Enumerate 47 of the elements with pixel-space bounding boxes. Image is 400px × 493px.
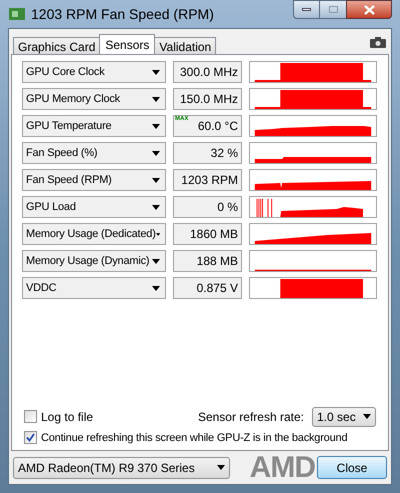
caret-icon xyxy=(152,150,160,156)
sensor-value-box: 0 % xyxy=(173,196,242,218)
sensor-dropdown[interactable]: GPU Temperature xyxy=(22,115,166,137)
minimize-button[interactable] xyxy=(293,0,320,19)
gpu-dropdown[interactable]: AMD Radeon(TM) R9 370 Series xyxy=(13,456,230,478)
sensor-value-box: 1203 RPM xyxy=(173,169,242,191)
sensor-dropdown[interactable]: GPU Load xyxy=(22,196,166,218)
tab[interactable]: Graphics Card xyxy=(13,37,100,54)
sensor-dropdown[interactable]: Memory Usage (Dedicated) xyxy=(22,223,166,245)
logo: AMD xyxy=(250,452,315,482)
close-dialog-button[interactable]: Close xyxy=(317,456,387,479)
caret-icon xyxy=(152,124,160,128)
caret-icon xyxy=(152,96,160,102)
checkbox[interactable] xyxy=(24,410,37,423)
checkbox-label: Continue refreshing this screen while GPU-Z is in the background xyxy=(41,430,348,446)
caret-icon xyxy=(152,204,160,210)
checkbox[interactable] xyxy=(24,431,37,444)
camera-icon[interactable] xyxy=(370,37,386,48)
refresh-rate-label: Sensor refresh rate: xyxy=(198,408,304,426)
caret-icon xyxy=(152,70,160,74)
app-icon xyxy=(9,7,25,21)
tab[interactable]: Sensors xyxy=(99,34,156,54)
sensor-dropdown[interactable]: VDDC xyxy=(22,277,166,299)
sensor-value-box: 1860 MB xyxy=(173,223,242,245)
caret-icon xyxy=(217,465,225,470)
sensor-dropdown[interactable]: Fan Speed (RPM) xyxy=(22,169,166,191)
sensor-dropdown[interactable]: GPU Memory Clock xyxy=(22,88,166,110)
maximize-button[interactable] xyxy=(320,0,346,19)
window-title: 1203 RPM Fan Speed (RPM) xyxy=(31,4,214,24)
sensor-dropdown[interactable]: Memory Usage (Dynamic) xyxy=(22,250,166,272)
sensor-value-box: 0.875 V xyxy=(173,277,242,299)
close-button[interactable] xyxy=(346,0,392,19)
checkbox-label: Log to file xyxy=(41,408,94,426)
tab[interactable]: Validation xyxy=(154,37,216,54)
caret-icon xyxy=(156,232,160,236)
caret-icon xyxy=(152,258,160,264)
caret-icon xyxy=(363,414,371,419)
sensor-dropdown[interactable]: Fan Speed (%) xyxy=(22,142,166,164)
refresh-rate-dropdown[interactable]: 1.0 sec xyxy=(312,406,376,426)
sensor-value-box: 32 % xyxy=(173,142,242,164)
close-icon xyxy=(364,4,374,14)
sensor-value-box: 300.0 MHz xyxy=(173,61,242,83)
sensor-value-box: 150.0 MHz xyxy=(173,88,242,110)
sensor-dropdown[interactable]: GPU Core Clock xyxy=(22,61,166,83)
sensor-value-box: 188 MB xyxy=(173,250,242,272)
caret-icon xyxy=(152,178,160,182)
caret-icon xyxy=(152,286,160,290)
